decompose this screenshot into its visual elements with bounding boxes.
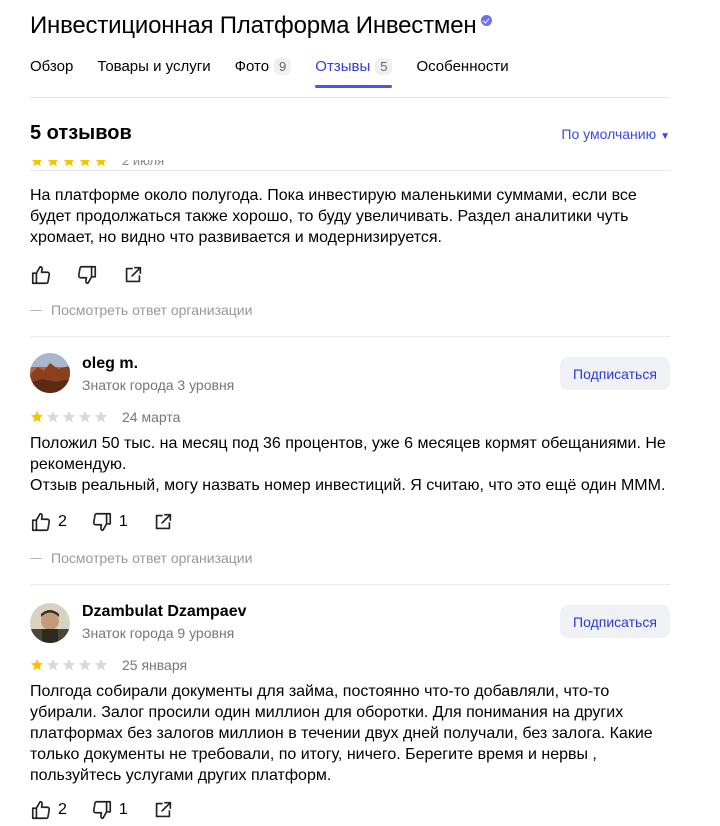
- avatar-image: [30, 353, 70, 393]
- review-divider: [30, 336, 670, 337]
- reviews-count-badge: 5: [375, 58, 393, 75]
- subscribe-button[interactable]: Подписаться: [560, 605, 670, 638]
- author-name[interactable]: oleg m.: [82, 355, 138, 373]
- star-filled-icon: [31, 659, 43, 671]
- review-actions: [30, 263, 168, 287]
- share-icon: [125, 266, 142, 283]
- share-icon: [155, 513, 171, 530]
- star-empty-icon: [63, 659, 75, 671]
- review-actions: 2 1: [30, 798, 198, 822]
- star-filled-icon: [47, 160, 59, 167]
- share-icon: [155, 801, 171, 818]
- review-actions: 2 1: [30, 510, 198, 534]
- verified-badge-icon: [481, 14, 493, 26]
- star-filled-icon: [79, 160, 91, 167]
- star-filled-icon: [31, 411, 43, 423]
- dislike-button[interactable]: 1: [91, 799, 128, 821]
- star-empty-icon: [79, 659, 91, 671]
- thumbs-down-icon: [77, 265, 97, 285]
- organization-name: Инвестиционная Платформа Инвестмен: [30, 12, 477, 39]
- star-empty-icon: [47, 659, 59, 671]
- star-empty-icon: [79, 411, 91, 423]
- tab-features[interactable]: Особенности: [416, 58, 508, 88]
- like-count: 2: [58, 801, 67, 818]
- author-level: Знаток города 9 уровня: [82, 625, 235, 641]
- star-empty-icon: [63, 411, 75, 423]
- dislike-count: 1: [118, 513, 128, 530]
- star-filled-icon: [31, 160, 43, 167]
- rating-stars: [30, 410, 110, 424]
- star-empty-icon: [95, 659, 107, 671]
- avatar[interactable]: [30, 603, 70, 643]
- thumbs-up-icon: [31, 265, 51, 285]
- dislike-count: 1: [118, 801, 128, 818]
- author-level: Знаток города 3 уровня: [82, 377, 235, 393]
- rating-stars: [30, 160, 110, 168]
- star-filled-icon: [95, 160, 107, 167]
- star-empty-icon: [47, 411, 59, 423]
- review-text: На платформе около полугода. Пока инвест…: [30, 187, 637, 246]
- view-org-reply-link[interactable]: Посмотреть ответ организации: [30, 550, 252, 566]
- dislike-button[interactable]: 1: [91, 511, 128, 533]
- tab-photos[interactable]: Фото 9: [235, 58, 292, 88]
- tab-overview[interactable]: Обзор: [30, 58, 73, 88]
- review-date: 25 января: [122, 657, 188, 673]
- star-filled-icon: [63, 160, 75, 167]
- review-text: Положил 50 тыс. на месяц под 36 проценто…: [30, 435, 666, 494]
- thumbs-up-icon: [31, 512, 51, 532]
- like-count: 2: [58, 513, 67, 530]
- view-org-reply-link[interactable]: Посмотреть ответ организации: [30, 302, 252, 318]
- like-button[interactable]: [30, 264, 52, 286]
- thumbs-up-icon: [31, 800, 51, 820]
- thumbs-down-icon: [92, 512, 111, 532]
- like-button[interactable]: 2: [30, 511, 67, 533]
- star-empty-icon: [95, 411, 107, 423]
- review-text: Полгода собирали документы для займа, по…: [30, 683, 653, 784]
- share-button[interactable]: [152, 511, 174, 533]
- like-button[interactable]: 2: [30, 799, 67, 821]
- author-name[interactable]: Dzambulat Dzampaev: [82, 603, 247, 621]
- thumbs-down-icon: [92, 800, 111, 820]
- header-divider: [30, 170, 670, 171]
- chevron-down-icon: ▼: [660, 131, 670, 142]
- sort-dropdown[interactable]: По умолчанию ▼: [561, 126, 670, 142]
- review-divider: [30, 584, 670, 585]
- photos-count-badge: 9: [274, 58, 292, 75]
- avatar[interactable]: [30, 353, 70, 393]
- share-button[interactable]: [122, 264, 144, 286]
- reviews-heading: 5 отзывов: [30, 122, 132, 144]
- share-button[interactable]: [152, 799, 174, 821]
- tab-bar: Обзор Товары и услуги Фото 9 Отзывы 5 Особ…: [30, 58, 670, 98]
- review-date: 24 марта: [122, 409, 181, 425]
- subscribe-button[interactable]: Подписаться: [560, 357, 670, 390]
- tab-reviews[interactable]: Отзывы 5: [315, 58, 393, 88]
- rating-stars: [30, 658, 110, 672]
- tab-products[interactable]: Товары и услуги: [97, 58, 210, 88]
- page-title: Инвестиционная Платформа Инвестмен: [30, 12, 493, 40]
- review-1-rating-row: 2 июля: [30, 160, 670, 170]
- review-date: 2 июля: [122, 160, 165, 168]
- avatar-image: [30, 603, 70, 643]
- dislike-button[interactable]: [76, 264, 98, 286]
